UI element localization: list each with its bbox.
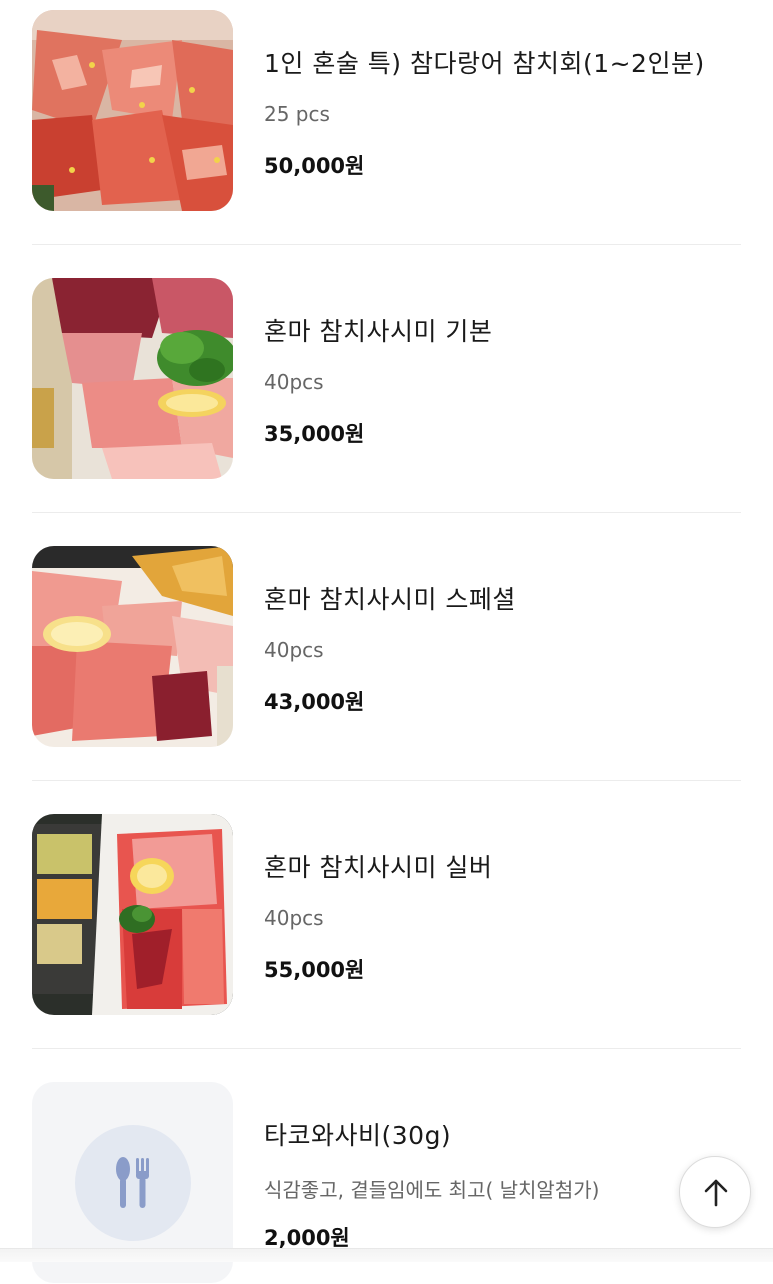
divider <box>32 780 741 781</box>
menu-item-price: 55,000원 <box>264 958 365 982</box>
menu-item-photo[interactable] <box>32 10 233 211</box>
menu-item[interactable]: 1인 혼술 특) 참다랑어 참치회(1~2인분) 25 pcs 50,000원 <box>32 10 741 212</box>
menu-item-photo[interactable] <box>32 278 233 479</box>
bottom-bar <box>0 1248 773 1262</box>
menu-item-info: 혼마 참치사시미 기본 40pcs 35,000원 <box>264 278 741 480</box>
menu-item-description: 40pcs <box>264 638 324 662</box>
menu-item[interactable]: 혼마 참치사시미 기본 40pcs 35,000원 <box>32 278 741 480</box>
menu-item-description: 식감좋고, 곁들임에도 최고( 날치알첨가) <box>264 1178 600 1202</box>
menu-item-info: 혼마 참치사시미 실버 40pcs 55,000원 <box>264 814 741 1016</box>
menu-item-photo[interactable] <box>32 546 233 747</box>
menu-item-name: 타코와사비(30g) <box>264 1121 452 1150</box>
menu-item-name: 혼마 참치사시미 실버 <box>264 853 493 882</box>
divider <box>32 1048 741 1049</box>
menu-item-photo[interactable] <box>32 814 233 1015</box>
menu-item-description: 25 pcs <box>264 102 330 126</box>
menu-item-info: 혼마 참치사시미 스페셜 40pcs 43,000원 <box>264 546 741 748</box>
divider <box>32 244 741 245</box>
menu-item-name: 1인 혼술 특) 참다랑어 참치회(1~2인분) <box>264 49 705 78</box>
divider <box>32 512 741 513</box>
menu-item-name: 혼마 참치사시미 기본 <box>264 317 493 346</box>
scroll-to-top-button[interactable] <box>679 1156 751 1228</box>
menu-item-price: 50,000원 <box>264 154 365 178</box>
menu-item[interactable]: 혼마 참치사시미 실버 40pcs 55,000원 <box>32 814 741 1016</box>
menu-item-price: 43,000원 <box>264 690 365 714</box>
menu-item-description: 40pcs <box>264 906 324 930</box>
menu-item[interactable]: 혼마 참치사시미 스페셜 40pcs 43,000원 <box>32 546 741 748</box>
menu-item-name: 혼마 참치사시미 스페셜 <box>264 585 516 614</box>
menu-item-info: 1인 혼술 특) 참다랑어 참치회(1~2인분) 25 pcs 50,000원 <box>264 10 741 212</box>
arrow-up-icon <box>704 1179 728 1207</box>
menu-item-description: 40pcs <box>264 370 324 394</box>
menu-item-price: 35,000원 <box>264 422 365 446</box>
